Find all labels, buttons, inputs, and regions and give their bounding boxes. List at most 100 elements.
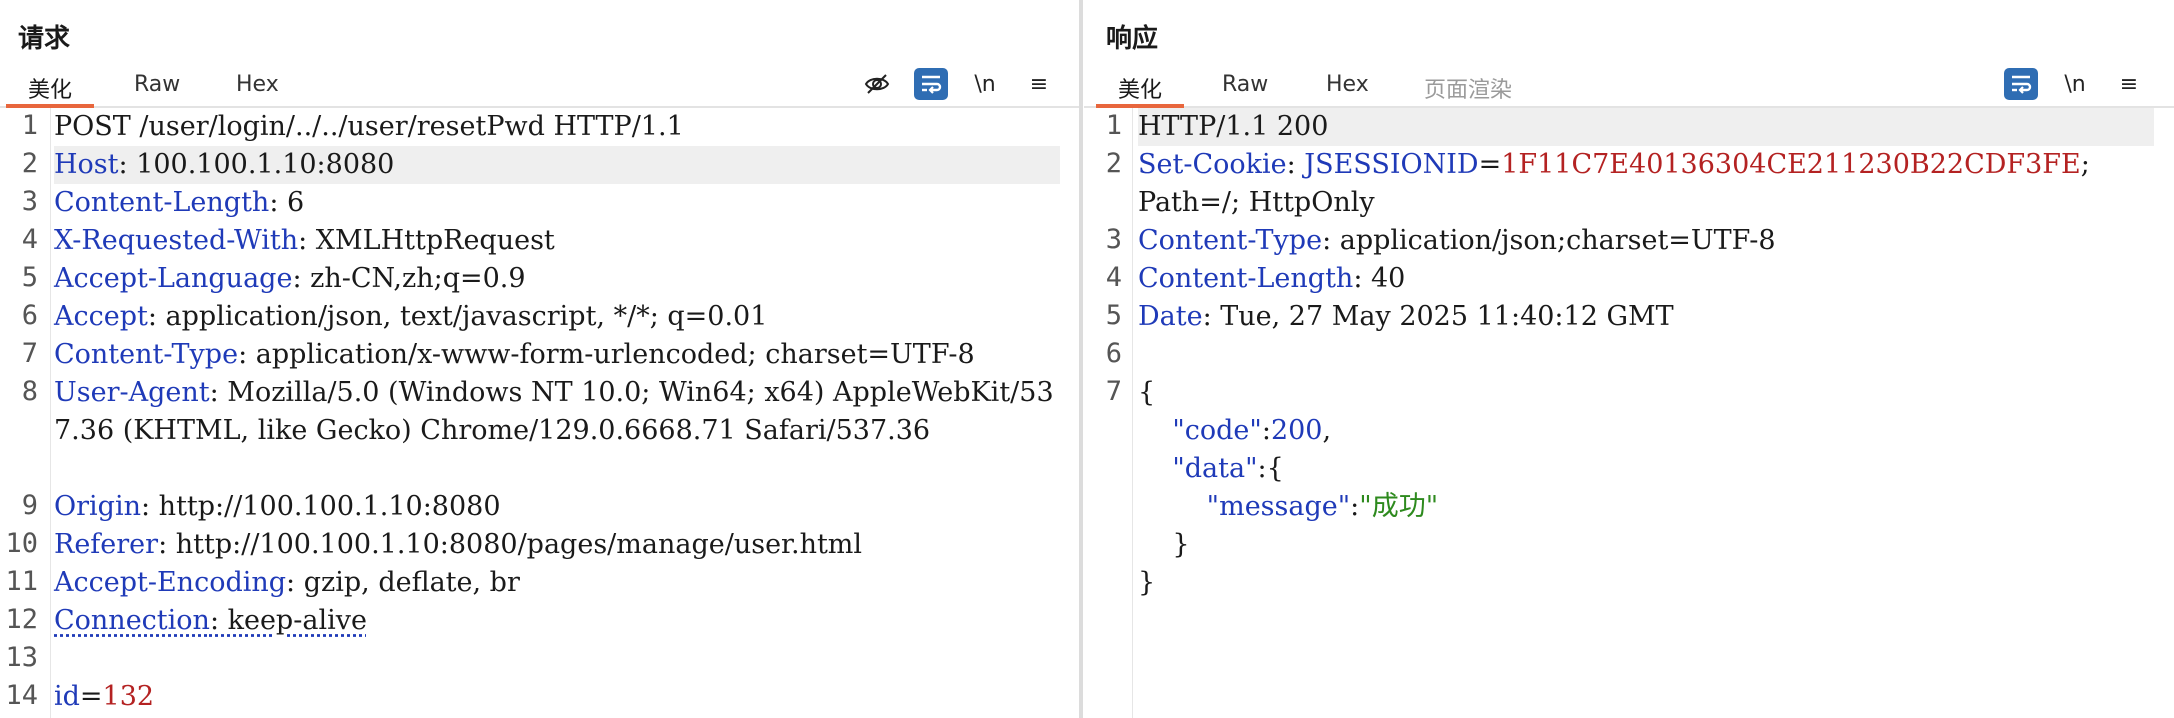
response-editor[interactable]: 1 HTTP/1.1 200 2 Set-Cookie: JSESSIONID=1F1… — [1084, 108, 2174, 718]
line-number: 7 — [21, 338, 38, 369]
request-code-line: 10 Referer: http://100.100.1.10:8080/page… — [0, 526, 1080, 564]
code-token: : 100.100.1.10:8080 — [118, 149, 395, 180]
line-content: Content-Type: application/x-www-form-url… — [54, 336, 1060, 374]
wrap-text-icon[interactable] — [914, 68, 948, 100]
code-token: 1F11C7E40136304CE211230B22CDF3FE — [1501, 149, 2081, 180]
request-panel: 请求 美化 Raw Hex \n ≡ 1 POST /user/login/../… — [0, 0, 1080, 718]
request-editor[interactable]: 1 POST /user/login/../../user/resetPwd HT… — [0, 108, 1080, 718]
line-number: 6 — [1105, 338, 1122, 369]
code-token: Set-Cookie — [1138, 149, 1287, 180]
line-number: 4 — [21, 224, 38, 255]
code-token: : — [1350, 491, 1360, 522]
code-token: Accept — [54, 301, 148, 332]
code-token: Date — [1138, 301, 1203, 332]
code-token: HTTP/1.1 200 — [1138, 111, 1329, 142]
code-token: : application/x-www-form-urlencoded; cha… — [238, 339, 975, 370]
line-number: 3 — [1105, 224, 1122, 255]
response-title: 响应 — [1106, 24, 1159, 54]
response-tab-hex[interactable]: Hex — [1326, 72, 1369, 106]
line-number: 5 — [21, 262, 38, 293]
request-code: 1 POST /user/login/../../user/resetPwd HT… — [0, 108, 1080, 716]
line-number: 2 — [1105, 148, 1122, 179]
request-title: 请求 — [18, 24, 71, 54]
line-number: 12 — [5, 604, 38, 635]
request-code-line: 9 Origin: http://100.100.1.10:8080 — [0, 488, 1080, 526]
code-token: Origin — [54, 491, 141, 522]
response-panel: 响应 美化 Raw Hex 页面渲染 \n ≡ 1 HTTP/1.1 200 2 Se… — [1084, 0, 2174, 718]
code-token: } } — [1138, 529, 1190, 598]
response-code-line: 1 HTTP/1.1 200 — [1084, 108, 2174, 146]
newline-toggle-icon[interactable]: \n — [968, 68, 1002, 100]
code-token: : zh-CN,zh;q=0.9 — [292, 263, 526, 294]
line-number: 1 — [21, 110, 38, 141]
request-tab-raw[interactable]: Raw — [134, 72, 180, 106]
request-code-line: 8 User-Agent: Mozilla/5.0 (Windows NT 10.… — [0, 374, 1080, 488]
line-number: 3 — [21, 186, 38, 217]
code-token: "data" — [1172, 453, 1258, 484]
request-code-line: 2 Host: 100.100.1.10:8080 — [0, 146, 1080, 184]
line-content: Content-Length: 6 — [54, 184, 1060, 222]
line-content: Accept: application/json, text/javascrip… — [54, 298, 1060, 336]
line-content: Host: 100.100.1.10:8080 — [54, 146, 1060, 184]
line-number: 11 — [5, 566, 38, 597]
request-tab-hex[interactable]: Hex — [236, 72, 279, 106]
code-token: Content-Length — [1138, 263, 1354, 294]
code-token: User-Agent — [54, 377, 210, 408]
code-token: Content-Type — [1138, 225, 1323, 256]
response-tab-pretty[interactable]: 美化 — [1095, 72, 1185, 108]
newline-toggle-icon[interactable]: \n — [2058, 68, 2092, 100]
line-content: Accept-Language: zh-CN,zh;q=0.9 — [54, 260, 1060, 298]
code-token: : 6 — [269, 187, 305, 218]
response-code-line: 3 Content-Type: application/json;charset=… — [1084, 222, 2174, 260]
request-code-line: 12 Connection: keep-alive — [0, 602, 1080, 640]
code-token: id — [54, 681, 80, 712]
code-token: Accept-Encoding — [54, 567, 287, 598]
request-code-line: 14 id=132 — [0, 678, 1080, 716]
line-number: 1 — [1105, 110, 1122, 141]
line-content: Accept-Encoding: gzip, deflate, br — [54, 564, 1060, 602]
code-token: 132 — [102, 681, 155, 712]
request-code-line: 5 Accept-Language: zh-CN,zh;q=0.9 — [0, 260, 1080, 298]
line-content: POST /user/login/../../user/resetPwd HTT… — [54, 108, 1060, 146]
code-token: : application/json, text/javascript, */*… — [147, 301, 768, 332]
line-number: 2 — [21, 148, 38, 179]
code-token: "code" — [1172, 415, 1262, 446]
line-content: Origin: http://100.100.1.10:8080 — [54, 488, 1060, 526]
code-token: : keep-alive — [209, 605, 367, 636]
hide-eye-icon[interactable] — [860, 68, 894, 100]
response-code: 1 HTTP/1.1 200 2 Set-Cookie: JSESSIONID=1F1… — [1084, 108, 2174, 602]
code-token: Content-Type — [54, 339, 239, 370]
menu-icon[interactable]: ≡ — [2112, 68, 2146, 100]
code-token: Connection — [54, 605, 210, 636]
code-token: : gzip, deflate, br — [286, 567, 520, 598]
wrap-text-icon[interactable] — [2004, 68, 2038, 100]
line-content: Date: Tue, 27 May 2025 11:40:12 GMT — [1138, 298, 2154, 336]
code-token: X-Requested-With — [54, 225, 299, 256]
line-content: X-Requested-With: XMLHttpRequest — [54, 222, 1060, 260]
request-code-line: 3 Content-Length: 6 — [0, 184, 1080, 222]
line-content: Content-Length: 40 — [1138, 260, 2154, 298]
code-token: { — [1138, 377, 1156, 408]
menu-icon[interactable]: ≡ — [1022, 68, 1056, 100]
line-content: HTTP/1.1 200 — [1138, 108, 2154, 146]
response-tabs: 美化 Raw Hex 页面渲染 \n ≡ — [1084, 64, 2174, 108]
response-code-line: 2 Set-Cookie: JSESSIONID=1F11C7E40136304C… — [1084, 146, 2174, 222]
code-token: : application/json;charset=UTF-8 — [1322, 225, 1776, 256]
request-code-line: 6 Accept: application/json, text/javascri… — [0, 298, 1080, 336]
line-content: Referer: http://100.100.1.10:8080/pages/… — [54, 526, 1060, 564]
line-number: 10 — [5, 528, 38, 559]
code-token: "成功" — [1359, 491, 1439, 522]
response-tab-render[interactable]: 页面渲染 — [1424, 72, 1512, 106]
panel-divider[interactable] — [1079, 0, 1083, 718]
request-tab-pretty[interactable]: 美化 — [5, 72, 95, 108]
line-number: 6 — [21, 300, 38, 331]
line-content: User-Agent: Mozilla/5.0 (Windows NT 10.0… — [54, 374, 1060, 450]
line-content: Connection: keep-alive — [54, 602, 1060, 640]
code-token: : — [1286, 149, 1305, 180]
line-number: 14 — [5, 680, 38, 711]
request-tabs: 美化 Raw Hex \n ≡ — [0, 64, 1080, 108]
response-tab-raw[interactable]: Raw — [1222, 72, 1268, 106]
code-token: : — [1261, 415, 1271, 446]
response-code-line: 4 Content-Length: 40 — [1084, 260, 2174, 298]
code-token: Referer — [54, 529, 159, 560]
